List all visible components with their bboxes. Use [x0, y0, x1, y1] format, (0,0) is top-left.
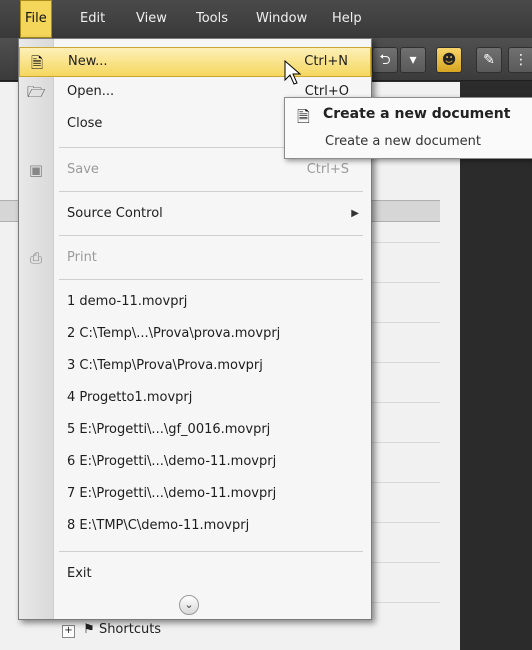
menu-edit[interactable]: Edit: [80, 0, 105, 38]
menu-bar: File Edit View Tools Window Help: [0, 0, 532, 39]
chevron-double-down-icon[interactable]: ⌄: [179, 595, 199, 615]
menu-item-recent-7[interactable]: 7 E:\Progetti\...\demo-11.movprj: [19, 479, 371, 509]
menu-item-exit[interactable]: Exit: [19, 559, 371, 589]
menu-item-recent-8[interactable]: 8 E:\TMP\C\demo-11.movprj: [19, 511, 371, 541]
menu-item-recent-5[interactable]: 5 E:\Progetti\...\gf_0016.movprj: [19, 415, 371, 445]
new-document-icon: 🗎: [30, 54, 44, 72]
mouse-cursor-icon: [284, 60, 302, 85]
new-document-icon: 🗎: [297, 107, 310, 126]
more-tools-icon[interactable]: ⋮: [508, 47, 532, 73]
menu-item-new[interactable]: 🗎 New... Ctrl+N: [19, 47, 371, 77]
chevron-right-icon: ▶: [351, 208, 359, 219]
menu-item-print: ⎙ Print: [19, 243, 371, 273]
dropdown-arrow-icon[interactable]: ▾: [400, 47, 426, 73]
shortcuts-icon: ⚑: [83, 622, 95, 637]
menu-separator: [59, 235, 363, 236]
undo-dropdown-icon[interactable]: ⮌: [372, 47, 398, 73]
menu-view[interactable]: View: [136, 0, 167, 38]
menu-item-recent-2[interactable]: 2 C:\Temp\...\Prova\prova.movprj: [19, 319, 371, 349]
tree-item-label: Shortcuts: [98, 622, 162, 637]
menu-help[interactable]: Help: [332, 0, 362, 38]
menu-item-recent-3[interactable]: 3 C:\Temp\Prova\Prova.movprj: [19, 351, 371, 381]
save-disk-icon: ▣: [28, 161, 44, 179]
edit-tool-icon[interactable]: ✎: [476, 47, 502, 73]
menu-item-recent-1[interactable]: 1 demo-11.movprj: [19, 287, 371, 317]
open-folder-icon: 🗁: [27, 83, 46, 101]
menu-window[interactable]: Window: [256, 0, 307, 38]
menu-item-source-control[interactable]: Source Control ▶: [19, 199, 371, 229]
menu-separator: [59, 191, 363, 192]
tooltip-new: 🗎 Create a new document Create a new doc…: [284, 97, 532, 159]
menu-separator: [59, 279, 363, 280]
expand-plus-icon[interactable]: +: [62, 625, 75, 638]
user-add-icon[interactable]: ☻: [436, 47, 462, 73]
tree-item-shortcuts[interactable]: + ⚑ Shortcuts: [62, 620, 161, 640]
menu-separator: [59, 551, 363, 552]
menu-tools[interactable]: Tools: [196, 0, 228, 38]
menu-file[interactable]: File: [20, 0, 52, 38]
menu-item-save: ▣ Save Ctrl+S: [28, 161, 349, 179]
menu-item-recent-6[interactable]: 6 E:\Progetti\...\demo-11.movprj: [19, 447, 371, 477]
printer-icon: ⎙: [29, 249, 42, 267]
menu-item-recent-4[interactable]: 4 Progetto1.movprj: [19, 383, 371, 413]
